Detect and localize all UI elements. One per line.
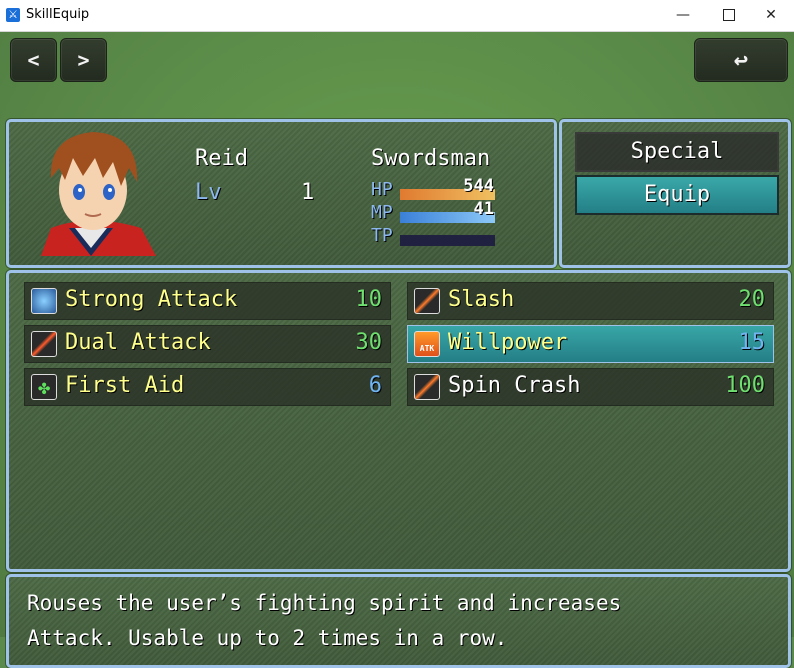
skill-cost: 100	[725, 373, 765, 398]
skill-spin-crash[interactable]: Spin Crash 100	[407, 368, 774, 406]
skill-cost: 20	[738, 287, 766, 312]
actor-level: 1	[301, 180, 315, 205]
hp-value: 544	[463, 176, 494, 196]
back-button[interactable]: ↩	[694, 38, 788, 82]
mp-value: 41	[473, 199, 494, 219]
actor-name: Reid	[195, 146, 248, 171]
skill-cost: 6	[368, 373, 382, 398]
close-button[interactable]: ✕	[748, 0, 794, 31]
clover-icon: ✤	[31, 374, 57, 400]
sword-icon	[31, 331, 57, 357]
tp-label: TP	[371, 225, 393, 246]
window-titlebar: ⚔ SkillEquip — ✕	[0, 0, 794, 32]
help-text-line-2: Attack. Usable up to 2 times in a row.	[27, 626, 508, 650]
tp-gauge	[400, 235, 495, 246]
skill-dual-attack[interactable]: Dual Attack 30	[24, 325, 391, 363]
mp-label: MP	[371, 202, 393, 223]
maximize-button[interactable]	[706, 0, 752, 31]
sword-icon	[414, 374, 440, 400]
actor-portrait	[41, 132, 156, 256]
window-title: SkillEquip	[26, 7, 90, 22]
skill-willpower[interactable]: ATK Willpower 15	[407, 325, 774, 363]
skill-cost: 30	[355, 330, 383, 355]
command-equip[interactable]: Equip	[575, 175, 779, 215]
help-window: Rouses the user’s fighting spirit and in…	[6, 574, 791, 668]
previous-actor-button[interactable]: <	[10, 38, 57, 82]
skill-name: First Aid	[65, 373, 185, 398]
fist-icon	[31, 288, 57, 314]
skill-list-panel: Strong Attack 10 Slash 20 Dual Attack 30…	[6, 270, 791, 572]
hp-label: HP	[371, 179, 393, 200]
actor-class: Swordsman	[371, 146, 491, 171]
minimize-button[interactable]: —	[660, 0, 706, 31]
skill-cost: 10	[355, 287, 383, 312]
command-special[interactable]: Special	[575, 132, 779, 172]
skill-strong-attack[interactable]: Strong Attack 10	[24, 282, 391, 320]
app-icon: ⚔	[6, 8, 20, 22]
sword-icon	[414, 288, 440, 314]
skill-name: Willpower	[448, 330, 568, 355]
skill-slash[interactable]: Slash 20	[407, 282, 774, 320]
skill-name: Slash	[448, 287, 515, 312]
next-actor-button[interactable]: >	[60, 38, 107, 82]
skill-name: Strong Attack	[65, 287, 238, 312]
skill-first-aid[interactable]: ✤ First Aid 6	[24, 368, 391, 406]
skill-type-command-panel: Special Equip	[559, 119, 791, 268]
skill-name: Dual Attack	[65, 330, 211, 355]
level-label: Lv	[195, 180, 222, 205]
skill-name: Spin Crash	[448, 373, 581, 398]
actor-status-panel: Reid Lv 1 Swordsman HP 544 MP 41 TP	[6, 119, 557, 268]
attack-up-icon: ATK	[414, 331, 440, 357]
game-screen: < > ↩ Reid Lv 1 Swordsman HP 544 MP 41 T…	[0, 32, 794, 668]
skill-cost: 15	[738, 330, 766, 355]
help-text-line-1: Rouses the user’s fighting spirit and in…	[27, 591, 622, 615]
